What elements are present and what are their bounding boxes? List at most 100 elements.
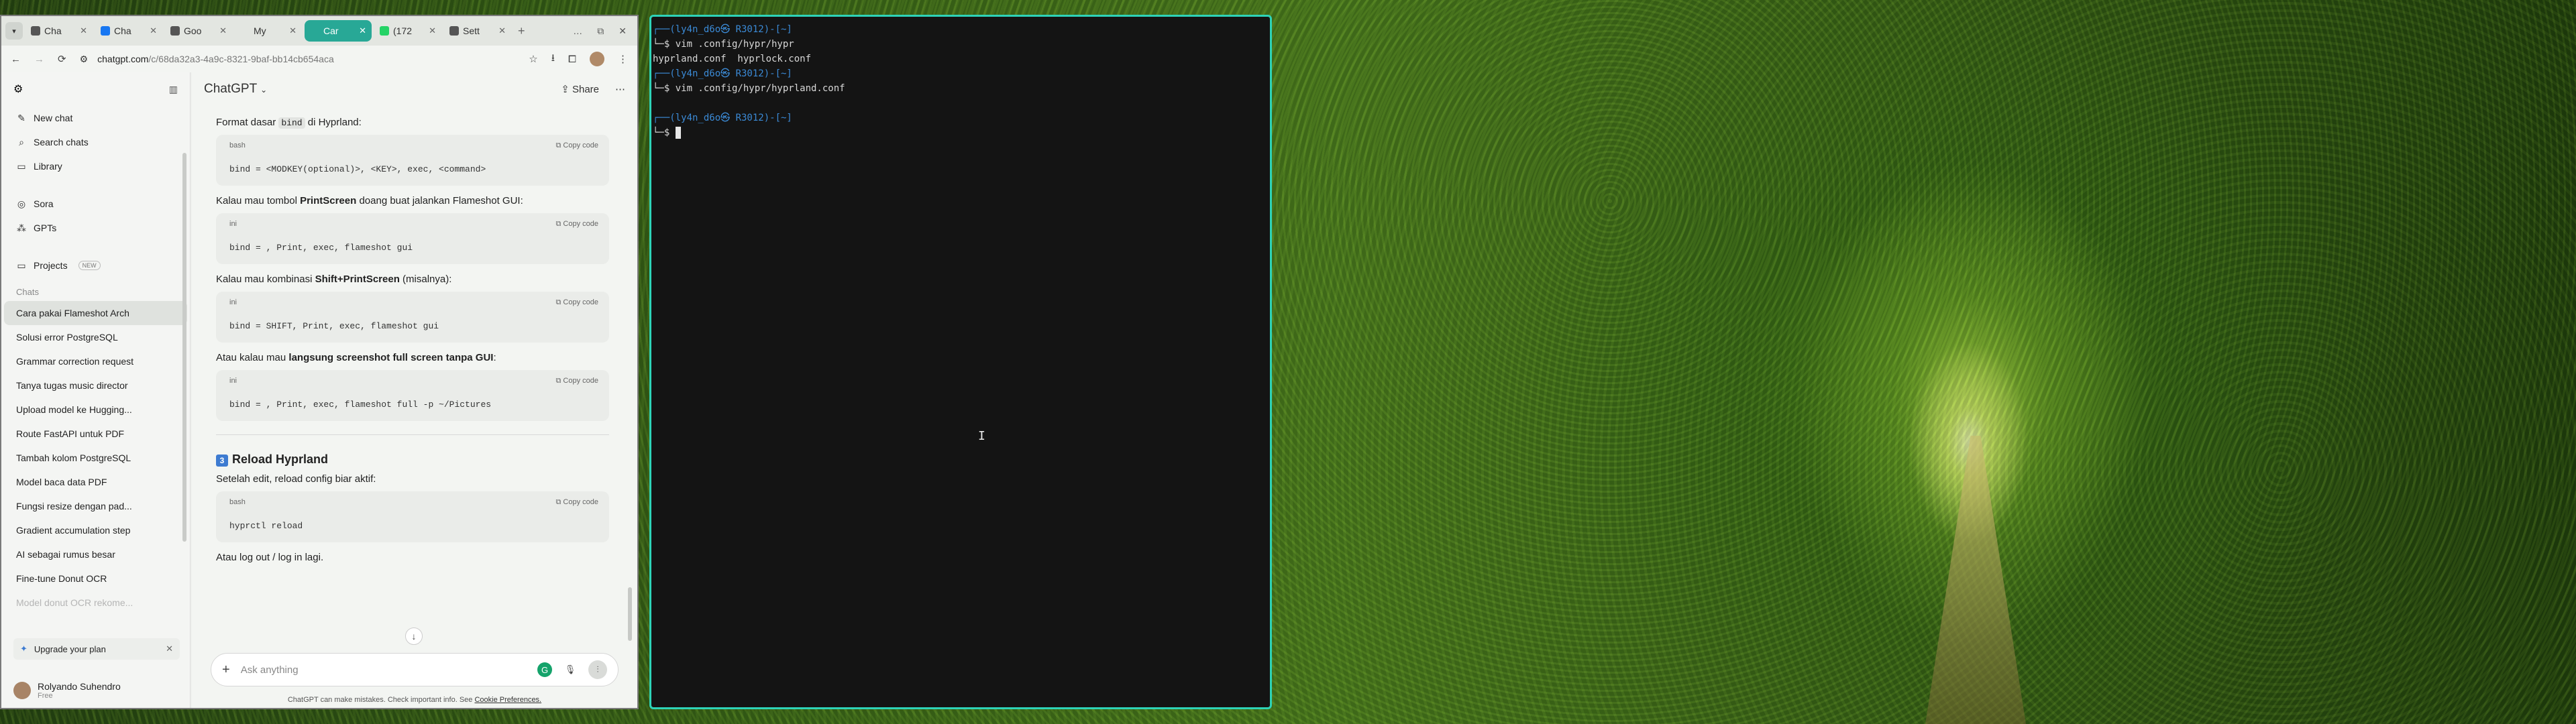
copy-code-label: Copy code [563, 141, 598, 149]
close-sidebar-icon[interactable]: ▥ [169, 84, 178, 95]
inline-code: bind [278, 117, 305, 129]
chat-history-item[interactable]: Upload model ke Hugging... [4, 398, 187, 422]
back-icon[interactable]: ← [11, 54, 21, 65]
tab-2[interactable]: Goo ✕ [165, 20, 232, 42]
tab-3[interactable]: My ✕ [235, 20, 302, 42]
copy-code-button[interactable]: ⧉ Copy code [555, 220, 598, 229]
code-lang: ini [229, 298, 237, 306]
close-window-icon[interactable]: ✕ [619, 25, 627, 37]
sidebar-scrollbar[interactable] [182, 153, 186, 542]
chat-history-item[interactable]: Tambah kolom PostgreSQL [4, 446, 187, 470]
attach-plus-icon[interactable]: + [222, 662, 230, 678]
user-profile[interactable]: Rolyando Suhendro Free [13, 681, 121, 700]
chat-history-item[interactable]: Tanya tugas music director [4, 373, 187, 398]
search-icon: ⌕ [19, 136, 24, 147]
composer-input[interactable]: Ask anything [241, 664, 527, 676]
code-lang: ini [229, 220, 237, 228]
copy-code-button[interactable]: ⧉ Copy code [555, 298, 598, 307]
grammar-assistant-icon[interactable]: G [537, 662, 552, 677]
restore-icon[interactable]: ⧉ [597, 25, 604, 37]
profile-avatar[interactable] [590, 52, 604, 66]
chat-history-item[interactable]: Fungsi resize dengan pad... [4, 494, 187, 518]
gpts-button[interactable]: ⁂ GPTs [4, 216, 187, 240]
upgrade-plan-button[interactable]: ✦ Upgrade your plan ✕ [13, 638, 180, 660]
more-options-icon[interactable]: ⋯ [615, 83, 625, 95]
copy-code-label: Copy code [563, 298, 598, 306]
scroll-to-bottom-button[interactable]: ↓ [405, 627, 423, 645]
chat-history-item[interactable]: Model donut OCR rekome... [4, 591, 187, 615]
close-tab-icon[interactable]: ✕ [498, 25, 506, 36]
close-tab-icon[interactable]: ✕ [429, 25, 436, 36]
paragraph-text: doang buat jalankan Flameshot GUI: [356, 195, 523, 206]
tab-list-dropdown-icon[interactable]: ▾ [5, 22, 23, 40]
microphone-icon[interactable]: 🎙 [563, 662, 578, 677]
copy-code-button[interactable]: ⧉ Copy code [555, 377, 598, 385]
paragraph-text: : [493, 352, 496, 363]
reload-icon[interactable]: ⟳ [58, 53, 66, 65]
model-selector[interactable]: ChatGPT ⌄ [204, 82, 267, 97]
close-tab-icon[interactable]: ✕ [150, 25, 157, 36]
voice-mode-icon[interactable]: ⫶ [588, 660, 607, 679]
code-text: bind = , Print, exec, flameshot full -p … [229, 400, 492, 410]
terminal-line-out: hyprland.conf hyprlock.conf [653, 52, 1270, 66]
tab-5[interactable]: (172 ✕ [374, 20, 441, 42]
terminal-line-prompt: ┌──(ly4n_d6o㉿ R3012)-[~] [653, 22, 1270, 37]
close-tab-icon[interactable]: ✕ [219, 25, 227, 36]
chat-history-item[interactable]: Model baca data PDF [4, 470, 187, 494]
minimize-icon[interactable]: … [573, 25, 582, 37]
new-badge: NEW [78, 261, 101, 270]
tab-4[interactable]: Car ✕ [305, 20, 372, 42]
chat-history-item[interactable]: Route FastAPI untuk PDF [4, 422, 187, 446]
sora-button[interactable]: ◎ Sora [4, 192, 187, 216]
code-block: ini ⧉ Copy code bind = SHIFT, Print, exec,… [216, 292, 609, 343]
disclaimer-text: ChatGPT can make mistakes. Check importa… [287, 696, 473, 704]
chat-history-item[interactable]: Fine-tune Donut OCR [4, 566, 187, 591]
tab-0[interactable]: Cha ✕ [25, 20, 93, 42]
chat-history-item[interactable]: Cara pakai Flameshot Arch [4, 301, 187, 325]
copy-code-button[interactable]: ⧉ Copy code [555, 498, 598, 507]
chat-scrollbar[interactable] [628, 587, 632, 641]
search-chats-button[interactable]: ⌕ Search chats [4, 130, 187, 154]
chat-history-item[interactable]: AI sebagai rumus besar [4, 542, 187, 566]
tab-label: Cha [44, 25, 62, 36]
browser-menu-icon[interactable]: ⋮ [618, 53, 628, 65]
share-button[interactable]: ⇪ Share [561, 83, 599, 95]
code-text: bind = SHIFT, Print, exec, flameshot gui [229, 321, 439, 331]
sparkle-icon: ✦ [20, 644, 28, 654]
chat-history-item[interactable]: Grammar correction request [4, 349, 187, 373]
dismiss-upgrade-icon[interactable]: ✕ [166, 644, 173, 654]
copy-code-label: Copy code [563, 498, 598, 506]
site-info-icon[interactable]: ⚙ [80, 54, 89, 65]
openai-logo-icon[interactable]: ⚙ [13, 82, 23, 96]
compose-icon: ✎ [17, 112, 25, 123]
download-icon[interactable]: ⭳ [551, 51, 555, 68]
chat-history-item[interactable]: Gradient accumulation step [4, 518, 187, 542]
code-text: bind = <MODKEY(optional)>, <KEY>, exec, … [229, 164, 486, 174]
message-paragraph: Atau kalau mau langsung screenshot full … [216, 352, 609, 363]
tab-6[interactable]: Sett ✕ [444, 20, 511, 42]
new-tab-icon[interactable]: + [514, 24, 529, 38]
code-lang: ini [229, 377, 237, 385]
close-tab-icon[interactable]: ✕ [359, 25, 366, 36]
copy-code-button[interactable]: ⧉ Copy code [555, 141, 598, 150]
tab-1[interactable]: Cha ✕ [95, 20, 162, 42]
cookie-preferences-link[interactable]: Cookie Preferences. [474, 696, 541, 704]
projects-label: Projects [34, 260, 68, 271]
close-tab-icon[interactable]: ✕ [80, 25, 87, 36]
tab-label: (172 [393, 25, 413, 36]
projects-button[interactable]: ▭ Projects NEW [4, 253, 187, 278]
code-text: hyprctl reload [229, 521, 303, 531]
terminal-window[interactable]: ┌──(ly4n_d6o㉿ R3012)-[~] └─$ vim .config/… [649, 15, 1272, 709]
new-chat-button[interactable]: ✎ New chat [4, 106, 187, 130]
forward-icon[interactable]: → [34, 54, 44, 65]
extensions-icon[interactable]: ⧠ [568, 54, 576, 65]
chat-history-item[interactable]: Solusi error PostgreSQL [4, 325, 187, 349]
bookmark-star-icon[interactable]: ☆ [529, 53, 537, 65]
library-button[interactable]: ▭ Library [4, 154, 187, 178]
window-controls: … ⧉ ✕ [573, 25, 633, 37]
close-tab-icon[interactable]: ✕ [289, 25, 297, 36]
composer[interactable]: + Ask anything G 🎙 ⫶ [211, 653, 619, 686]
url-field[interactable]: ⚙ chatgpt.com /c/68da32a3-4a9c-8321-9baf… [80, 49, 516, 69]
terminal-text: └─$ [653, 127, 676, 138]
disclaimer: ChatGPT can make mistakes. Check importa… [192, 696, 637, 704]
